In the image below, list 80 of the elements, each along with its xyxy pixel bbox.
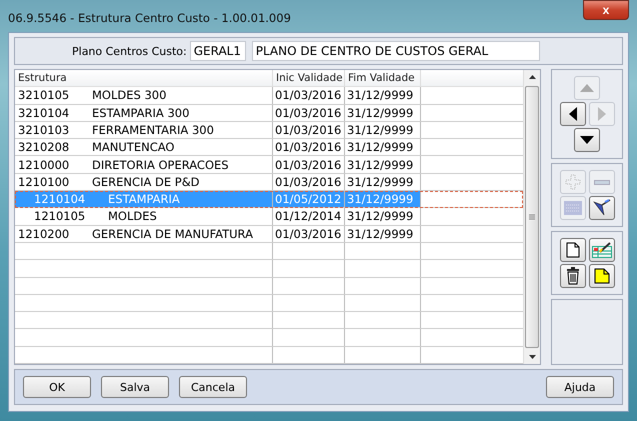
end-date-cell: 31/12/9999 bbox=[347, 174, 414, 189]
code-cell-text: 1210105 bbox=[34, 209, 86, 224]
spreadsheet-pencil-icon bbox=[592, 242, 612, 258]
end-date-cell: 31/12/9999 bbox=[347, 226, 414, 241]
code-cell-text: 1210000 bbox=[18, 158, 70, 172]
dialog-button[interactable]: OK bbox=[23, 376, 91, 398]
plan-label: Plano Centros Custo: bbox=[72, 44, 187, 58]
minus-icon bbox=[594, 180, 610, 185]
name-cell: MOLDES bbox=[108, 209, 157, 224]
new-button[interactable] bbox=[560, 238, 586, 262]
left-arrow-icon bbox=[568, 107, 577, 122]
start-date-cell: 01/03/2016 bbox=[275, 226, 342, 241]
start-date-cell: 01/03/2016 bbox=[275, 158, 342, 172]
empty-panel bbox=[551, 299, 623, 365]
table-row[interactable]: 3210104 ESTAMPARIA 300 01/03/2016 31/12/9999 bbox=[15, 104, 524, 122]
end-date-cell: 31/12/9999 bbox=[347, 192, 414, 206]
end-date-cell: 31/12/9999 bbox=[347, 140, 414, 154]
name-cell: ESTAMPARIA 300 bbox=[92, 106, 190, 120]
start-date-cell: 01/05/2012 bbox=[275, 192, 342, 206]
end-date-cell: 31/12/9999 bbox=[347, 209, 414, 224]
new-document-icon bbox=[566, 242, 580, 258]
dialog-button[interactable]: Ajuda bbox=[546, 376, 614, 398]
code-cell-text: 1210200 bbox=[18, 226, 70, 241]
name-cell: FERRAMENTARIA 300 bbox=[92, 122, 214, 137]
code-cell-text: 1210100 bbox=[18, 174, 70, 189]
name-cell: GERENCIA DE MANUFATURA bbox=[92, 226, 253, 241]
code-cell-text: 3210103 bbox=[18, 122, 70, 137]
move-left-button[interactable] bbox=[560, 102, 586, 126]
end-date-cell: 31/12/9999 bbox=[347, 158, 414, 172]
start-date-cell: 01/12/2014 bbox=[275, 209, 342, 224]
start-date-cell: 01/03/2016 bbox=[275, 106, 342, 120]
name-cell: DIRETORIA OPERACOES bbox=[92, 158, 229, 172]
right-arrow-icon bbox=[598, 107, 606, 122]
table-row[interactable]: 3210103 FERRAMENTARIA 300 01/03/2016 31/12/9999 bbox=[15, 122, 524, 140]
down-arrow-icon bbox=[580, 136, 594, 144]
end-date-cell: 31/12/9999 bbox=[347, 106, 414, 120]
vertical-scrollbar[interactable] bbox=[523, 70, 540, 364]
close-button[interactable]: x bbox=[583, 0, 629, 20]
scroll-down-icon[interactable] bbox=[528, 354, 537, 360]
window-title: 06.9.5546 - Estrutura Centro Custo - 1.00.01.009 bbox=[8, 11, 291, 25]
table-row[interactable]: 1210105 MOLDES 01/12/2014 31/12/9999 bbox=[15, 208, 524, 226]
start-date-cell: 01/03/2016 bbox=[275, 174, 342, 189]
name-cell: ESTAMPARIA bbox=[108, 192, 180, 206]
dialog-button[interactable]: Cancela bbox=[179, 376, 247, 398]
name-cell: MOLDES 300 bbox=[92, 88, 166, 102]
start-date-cell: 01/03/2016 bbox=[275, 140, 342, 154]
end-date-cell: 31/12/9999 bbox=[347, 122, 414, 137]
plus-icon bbox=[564, 174, 581, 190]
note-button[interactable] bbox=[588, 264, 615, 288]
delete-button[interactable] bbox=[560, 264, 586, 288]
sheet-button[interactable] bbox=[588, 238, 615, 262]
start-date-cell: 01/03/2016 bbox=[275, 122, 342, 137]
table-row[interactable]: 1210200 GERENCIA DE MANUFATURA 01/03/2016 31/12/9999 bbox=[15, 226, 524, 243]
grip-icon bbox=[529, 214, 536, 220]
table-row[interactable]: 3210208 MANUTENCAO 01/03/2016 31/12/9999 bbox=[15, 139, 524, 156]
name-cell: GERENCIA DE P&D bbox=[92, 174, 200, 189]
scroll-up-icon[interactable] bbox=[528, 74, 537, 80]
column-header[interactable]: Fim Validade bbox=[345, 70, 421, 86]
plan-description-field[interactable]: PLANO DE CENTRO DE CUSTOS GERAL bbox=[252, 41, 540, 62]
move-down-button[interactable] bbox=[574, 128, 600, 152]
dialog-button[interactable]: Salva bbox=[101, 376, 169, 398]
table-row[interactable]: 3210105 MOLDES 300 01/03/2016 31/12/9999 bbox=[15, 87, 524, 105]
wand-icon bbox=[592, 199, 611, 218]
code-cell-text: 3210105 bbox=[18, 88, 70, 102]
trash-icon bbox=[566, 267, 580, 286]
up-arrow-icon bbox=[580, 84, 594, 92]
plan-code-field[interactable]: GERAL1 bbox=[190, 41, 246, 62]
code-cell-text: 1210104 bbox=[34, 192, 86, 206]
column-header[interactable]: Estrutura bbox=[15, 70, 273, 86]
code-cell-text: 3210208 bbox=[18, 140, 70, 154]
end-date-cell: 31/12/9999 bbox=[347, 88, 414, 102]
table-row[interactable]: 1210100 GERENCIA DE P&D 01/03/2016 31/12/9999 bbox=[15, 174, 524, 192]
start-date-cell: 01/03/2016 bbox=[275, 88, 342, 102]
note-icon bbox=[594, 268, 610, 284]
edit-button[interactable] bbox=[588, 196, 615, 220]
table-row[interactable]: 1210000 DIRETORIA OPERACOES 01/03/2016 31/12/9999 bbox=[15, 156, 524, 174]
column-header[interactable]: Inic Validade bbox=[273, 70, 345, 86]
code-cell-text: 3210104 bbox=[18, 106, 70, 120]
name-cell: MANUTENCAO bbox=[92, 140, 174, 154]
grid-icon bbox=[564, 201, 582, 216]
